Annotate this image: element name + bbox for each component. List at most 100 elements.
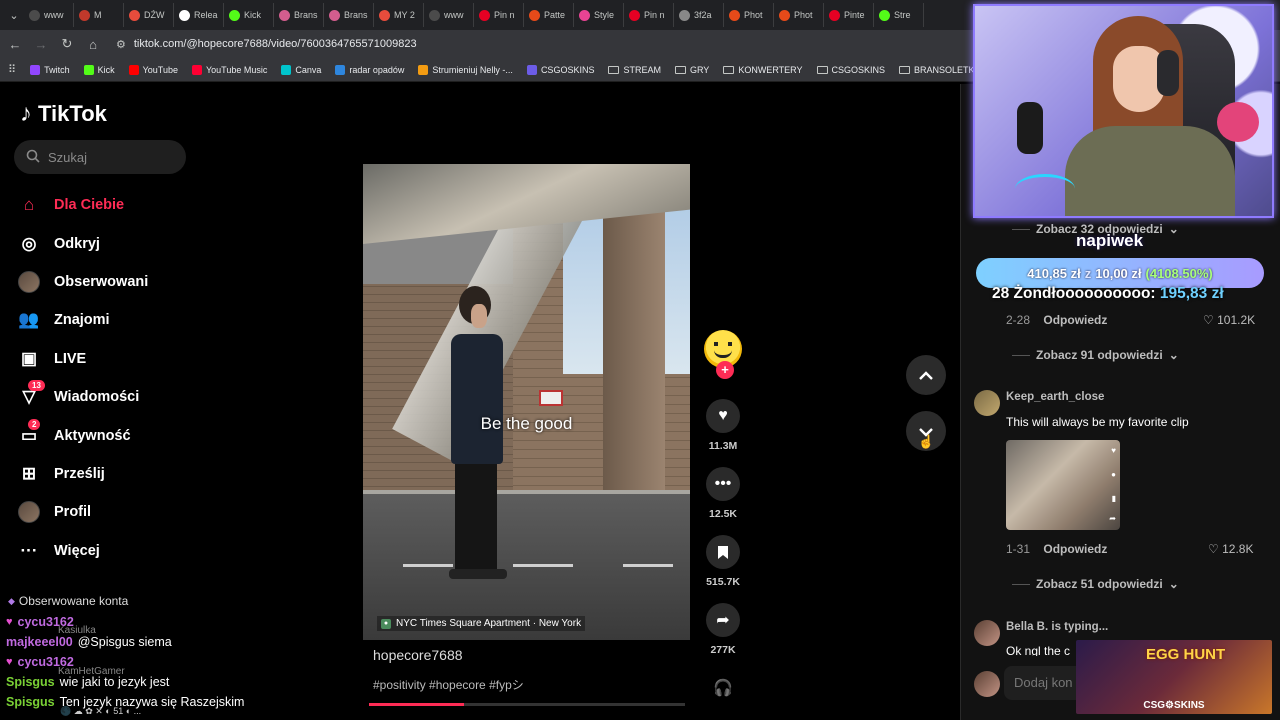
follow-plus-icon[interactable]: +: [716, 361, 734, 379]
browser-tab[interactable]: Pin n: [474, 3, 524, 27]
bookmark-label: Kick: [97, 64, 115, 75]
view-replies-button[interactable]: Zobacz 51 odpowiedzi ⌄: [1012, 577, 1179, 591]
browser-tab[interactable]: Phot: [774, 3, 824, 27]
tab-search-chevron-icon[interactable]: ⌄: [4, 4, 24, 26]
microphone-icon: [1017, 102, 1043, 154]
forward-arrow-icon[interactable]: →: [34, 37, 48, 52]
bookmark-item[interactable]: STREAM: [608, 65, 661, 75]
view-replies-button[interactable]: Zobacz 91 odpowiedzi ⌄: [1012, 348, 1179, 362]
comment-button[interactable]: ••• 12.5K: [703, 467, 743, 520]
sidebar-item-obserwowani[interactable]: Obserwowani: [18, 263, 188, 301]
browser-tab[interactable]: MY 2: [374, 3, 424, 27]
previous-video-button[interactable]: [906, 355, 946, 395]
tab-favicon-icon: [179, 9, 190, 21]
browser-tab[interactable]: Pinte: [824, 3, 874, 27]
sidebar-item-label: Dla Ciebie: [54, 197, 125, 214]
video-lane-mark: [513, 564, 573, 567]
chat-badge-icon: ◆: [8, 595, 15, 606]
browser-tab[interactable]: Relea: [174, 3, 224, 27]
bookmark-item[interactable]: Canva: [281, 64, 321, 75]
creator-avatar[interactable]: +: [704, 330, 742, 379]
goal-current: 410,85 zł: [1027, 265, 1081, 281]
save-button[interactable]: 515.7K: [703, 535, 743, 588]
video-author[interactable]: hopecore7688: [373, 647, 463, 663]
bookmark-list: Twitch Kick YouTube YouTube Music Canva radar…: [30, 64, 1094, 75]
sidebar-item-profil[interactable]: Profil: [18, 493, 188, 531]
sidebar-item-wiadomości[interactable]: ▽ 13 Wiadomości: [18, 378, 188, 416]
reply-button[interactable]: Odpowiedz: [1043, 313, 1107, 327]
music-button[interactable]: 🎧: [703, 671, 743, 705]
browser-tab[interactable]: Style: [574, 3, 624, 27]
bookmark-item[interactable]: radar opadów: [335, 64, 404, 75]
share-button[interactable]: ➦ 277K: [703, 603, 743, 656]
comment-attached-video[interactable]: ♥ ● ▮ ➦: [1006, 440, 1120, 530]
commenter-name[interactable]: Keep_earth_close: [1006, 391, 1104, 403]
browser-tab[interactable]: Pin n: [624, 3, 674, 27]
sidebar-item-dla-ciebie[interactable]: ⌂ Dla Ciebie: [18, 186, 188, 224]
tab-title: DŹW: [144, 10, 165, 20]
site-settings-icon[interactable]: ⚙: [116, 38, 126, 51]
bookmark-item[interactable]: CSGOSKINS: [816, 65, 885, 75]
bookmark-label: GRY: [689, 64, 710, 75]
video-player[interactable]: Be the good ● NYC Times Square Apartment…: [363, 164, 690, 640]
folder-icon: [674, 65, 686, 74]
commenter-avatar[interactable]: [974, 620, 1000, 646]
led-light: [1015, 174, 1075, 204]
browser-tab[interactable]: Patte: [524, 3, 574, 27]
sidebar-item-label: Odkryj: [54, 235, 100, 252]
url-field[interactable]: ⚙ tiktok.com/@hopecore7688/video/7600364…: [116, 38, 417, 51]
chat-message: ♥ cycu3162: [6, 612, 326, 632]
sidebar-item-więcej[interactable]: ··· Więcej: [18, 532, 188, 570]
browser-tab[interactable]: Phot: [724, 3, 774, 27]
bookmark-item[interactable]: BRANSOLETKI: [899, 65, 977, 75]
sidebar-item-odkryj[interactable]: ◎ Odkryj: [18, 224, 188, 262]
comment-like-button[interactable]: ♡ 12.8K: [1208, 542, 1253, 556]
browser-tab[interactable]: 3f2a: [674, 3, 724, 27]
bookmark-item[interactable]: Strumieniuj Nelly -...: [418, 64, 513, 75]
browser-tab[interactable]: www: [424, 3, 474, 27]
video-hashtags[interactable]: #positivity #hopecore #fypシ: [373, 676, 524, 693]
like-button[interactable]: ♥ 11.3M: [703, 399, 743, 452]
bookmark-item[interactable]: YouTube Music: [191, 64, 268, 75]
sidebar-item-prześlij[interactable]: ⊞ Prześlij: [18, 455, 188, 493]
sidebar-item-live[interactable]: ▣ LIVE: [18, 340, 188, 378]
bookmark-item[interactable]: Kick: [83, 64, 115, 75]
back-arrow-icon[interactable]: ←: [8, 37, 22, 52]
tab-title: Pinte: [844, 10, 865, 20]
location-tag[interactable]: ● NYC Times Square Apartment · New York: [377, 616, 586, 631]
tab-favicon-icon: [579, 9, 590, 21]
reply-button[interactable]: Odpowiedz: [1043, 542, 1107, 556]
tiktok-logo[interactable]: ♪ TikTok: [20, 100, 107, 128]
video-lane-mark: [403, 564, 453, 567]
browser-tab[interactable]: M: [74, 3, 124, 27]
comment-text: Ok ngl the c: [1006, 644, 1071, 656]
reload-icon[interactable]: ↻: [60, 36, 74, 52]
chevron-down-icon: ⌄: [1168, 222, 1179, 236]
apps-grid-icon[interactable]: ⠿: [8, 63, 16, 76]
browser-tab[interactable]: www: [24, 3, 74, 27]
sidebar-item-znajomi[interactable]: 👥 Znajomi: [18, 301, 188, 339]
home-browser-icon[interactable]: ⌂: [86, 37, 100, 52]
bookmark-item[interactable]: YouTube: [128, 64, 178, 75]
bookmark-item[interactable]: Twitch: [30, 64, 70, 75]
comment-meta: 2-28 Odpowiedz: [1006, 313, 1107, 327]
tab-title: www: [444, 10, 464, 20]
browser-tab[interactable]: Brans: [324, 3, 374, 27]
sidebar-item-aktywność[interactable]: ▭ 2 Aktywność: [18, 416, 188, 454]
chat-username: majkeeel00: [6, 635, 73, 649]
bookmark-item[interactable]: CSGOSKINS: [526, 64, 594, 75]
comment-like-button[interactable]: ♡ 101.2K: [1203, 313, 1255, 327]
video-progress-bar[interactable]: [369, 703, 685, 706]
commenter-avatar[interactable]: [974, 390, 1000, 416]
search-input[interactable]: Szukaj: [14, 140, 186, 174]
bookmark-item[interactable]: GRY: [674, 64, 710, 75]
commenter-name[interactable]: Bella B. is typing...: [1006, 621, 1108, 633]
browser-tab[interactable]: Brans: [274, 3, 324, 27]
bookmark-item[interactable]: KONWERTERY: [723, 65, 803, 75]
browser-tab[interactable]: Stre: [874, 3, 924, 27]
browser-tab[interactable]: DŹW: [124, 3, 174, 27]
comment-count: 12.5K: [708, 508, 738, 520]
browser-tab[interactable]: Kick: [224, 3, 274, 27]
share-arrow-icon: ➦: [1109, 514, 1116, 523]
bookmark-label: YouTube Music: [205, 64, 268, 75]
